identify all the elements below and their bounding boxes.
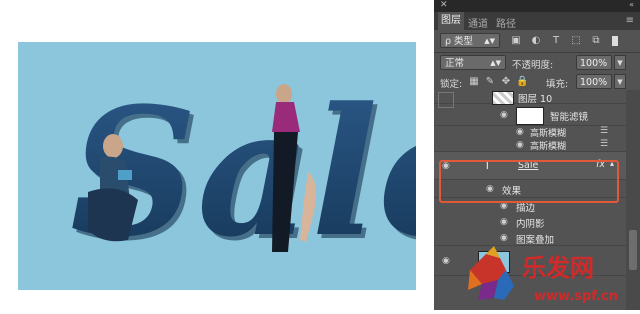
chevron-down-icon: ▲▼ xyxy=(484,37,495,45)
lock-position-icon[interactable]: ✥ xyxy=(500,76,512,88)
selection-highlight xyxy=(439,160,619,203)
tab-layers[interactable]: 图层 xyxy=(438,12,464,30)
panel-title-strip: ✕ « xyxy=(434,0,640,12)
opacity-dropdown-icon[interactable]: ▼ xyxy=(614,55,626,70)
eye-icon[interactable]: ◉ xyxy=(516,127,528,137)
panel-tabs: 图层 通道 路径 ≡ xyxy=(434,12,640,30)
type-filter-icon[interactable]: T xyxy=(550,35,562,47)
layer-row[interactable]: 图层 10 xyxy=(434,90,626,108)
eye-icon[interactable]: ◉ xyxy=(500,110,512,120)
layer-name: 内阴影 xyxy=(516,219,545,230)
smart-object-filter-icon[interactable]: ⧉ xyxy=(590,35,602,47)
layer-row[interactable]: ◉ 高斯模糊 ☰ xyxy=(434,126,626,139)
watermark-brand: 乐发网 xyxy=(522,254,594,282)
fill-input[interactable]: 100% xyxy=(576,74,612,89)
layer-row[interactable]: ◉ 内阴影 xyxy=(434,214,626,230)
filter-row: ρ 类型 ▲▼ ▣ ◐ T ⬚ ⧉ xyxy=(434,32,640,50)
document-canvas[interactable]: Sale Sale xyxy=(18,42,416,290)
filter-kind-label: ρ 类型 xyxy=(445,36,474,47)
filter-options-icon[interactable]: ☰ xyxy=(600,126,608,136)
lock-all-icon[interactable]: 🔒 xyxy=(516,76,528,88)
lock-transparent-icon[interactable]: ▦ xyxy=(468,76,480,88)
watermark-url: www.spf.cn xyxy=(534,289,618,304)
blend-mode-value: 正常 xyxy=(445,58,465,69)
lock-row: 锁定: ▦ ✎ ✥ 🔒 填充: 100% ▼ xyxy=(434,74,640,90)
layer-thumbnail xyxy=(492,91,514,105)
close-icon[interactable]: ✕ xyxy=(440,0,448,10)
eye-icon[interactable]: ◉ xyxy=(500,217,512,227)
lock-pixels-icon[interactable]: ✎ xyxy=(484,76,496,88)
filter-kind-dropdown[interactable]: ρ 类型 ▲▼ xyxy=(440,33,500,48)
blend-mode-dropdown[interactable]: 正常 ▲▼ xyxy=(440,55,506,70)
eye-icon[interactable]: ◉ xyxy=(516,140,528,150)
tab-paths[interactable]: 路径 xyxy=(496,15,516,30)
filter-options-icon[interactable]: ☰ xyxy=(600,139,608,149)
lock-label: 锁定: xyxy=(440,79,463,90)
opacity-input[interactable]: 100% xyxy=(576,55,612,70)
divider xyxy=(434,52,640,53)
fill-label: 填充: xyxy=(546,79,569,90)
watermark-logo: 乐发网 www.spf.cn xyxy=(468,246,618,304)
chevron-down-icon: ▲▼ xyxy=(490,59,501,67)
shape-filter-icon[interactable]: ⬚ xyxy=(570,35,582,47)
image-filter-icon[interactable]: ▣ xyxy=(510,35,522,47)
layer-name: 智能滤镜 xyxy=(550,112,589,123)
layer-name: 高斯模糊 xyxy=(530,142,567,152)
eye-icon[interactable]: ◉ xyxy=(442,256,454,266)
canvas-area: Sale Sale xyxy=(0,0,434,310)
smart-filter-thumbnail xyxy=(516,107,544,125)
panel-menu-icon[interactable]: ≡ xyxy=(626,15,634,26)
fill-dropdown-icon[interactable]: ▼ xyxy=(614,74,626,89)
watermark: 乐发网 www.spf.cn xyxy=(460,240,640,310)
layer-row[interactable]: ◉ 高斯模糊 ☰ xyxy=(434,138,626,152)
opacity-label: 不透明度: xyxy=(512,60,554,71)
sale-artwork: Sale Sale xyxy=(70,69,416,280)
collapse-icon[interactable]: « xyxy=(629,0,634,9)
layer-row[interactable]: ◉ 智能滤镜 xyxy=(434,104,626,126)
tab-channels[interactable]: 通道 xyxy=(468,15,488,30)
horse-logo-icon xyxy=(468,246,514,300)
layer-name: 图层 10 xyxy=(518,94,553,105)
blend-row: 正常 ▲▼ 不透明度: 100% ▼ xyxy=(434,54,640,72)
adjustment-filter-icon[interactable]: ◐ xyxy=(530,35,542,47)
filter-toggle[interactable] xyxy=(612,36,618,46)
